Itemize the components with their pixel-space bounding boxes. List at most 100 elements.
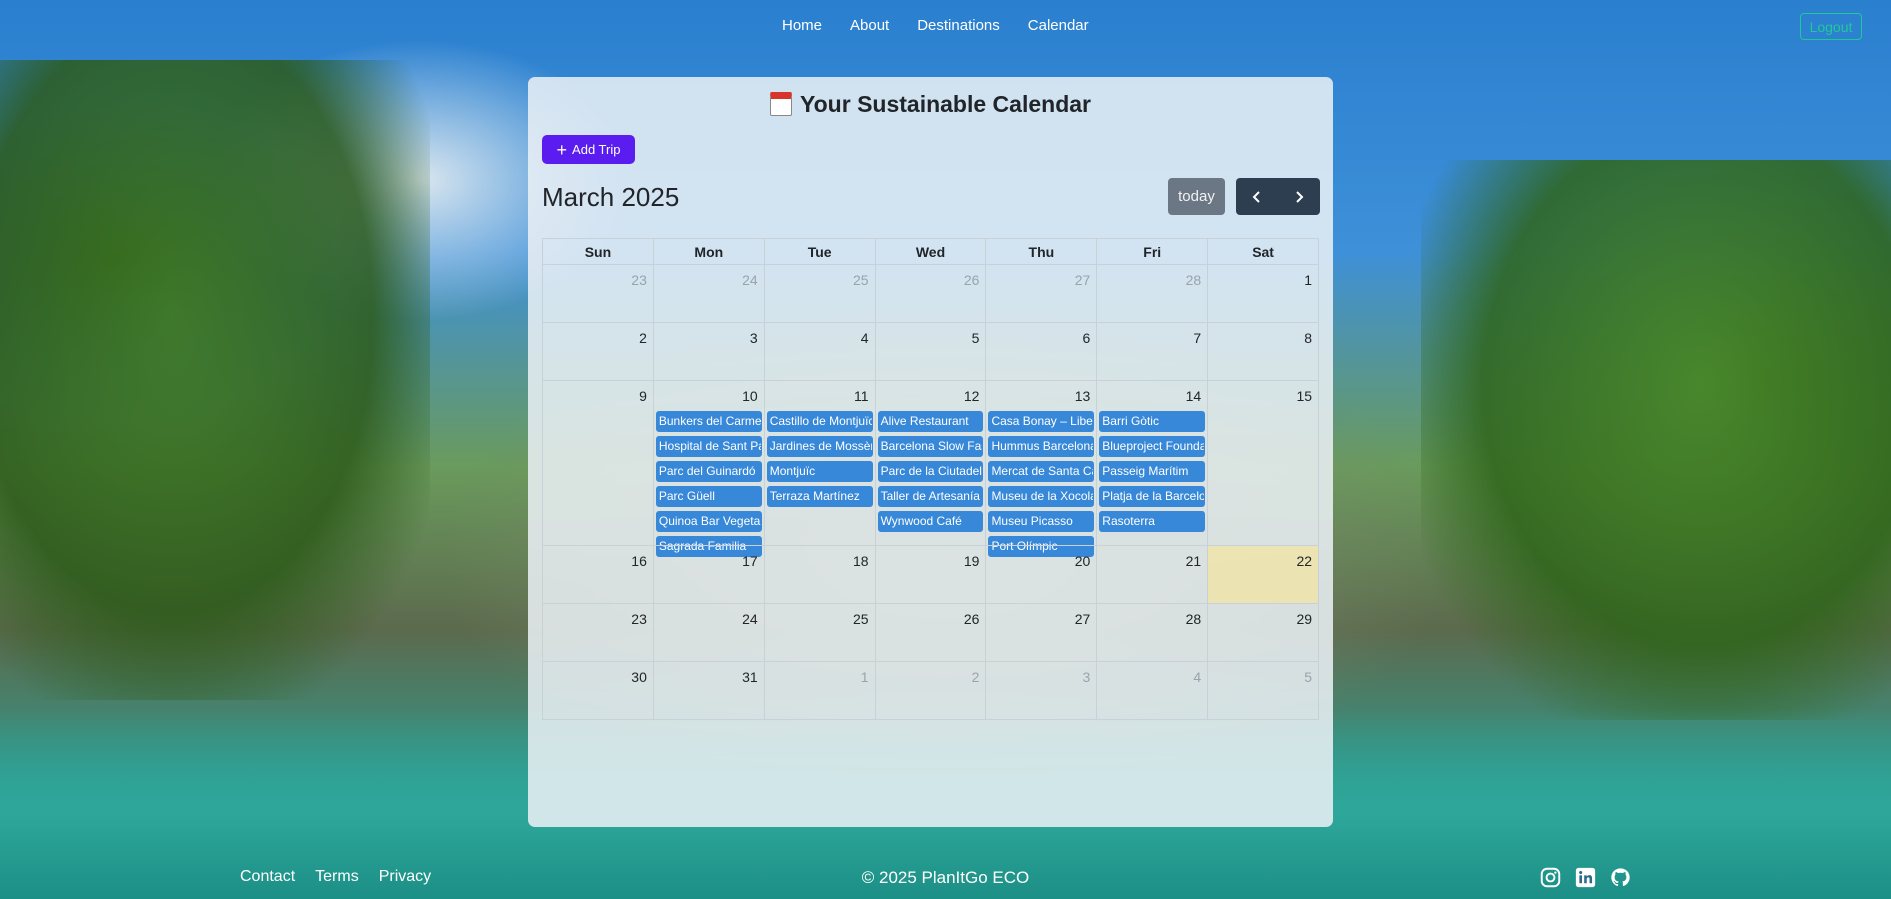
calendar-event[interactable]: Barcelona Slow Fashion	[877, 436, 984, 457]
prev-month-button[interactable]	[1236, 178, 1278, 215]
calendar-day[interactable]: 16	[543, 545, 654, 603]
calendar-day[interactable]: 6	[986, 322, 1098, 380]
calendar-event[interactable]: Hummus Barcelona	[988, 436, 1095, 457]
calendar-day[interactable]: 5	[875, 322, 987, 380]
calendar-day[interactable]: 24	[653, 603, 765, 661]
nav-calendar[interactable]: Calendar	[1028, 17, 1089, 34]
linkedin-icon[interactable]	[1575, 867, 1596, 888]
calendar-day[interactable]: 10 Bunkers del Carmel Hospital de Sant Pau…	[653, 380, 765, 557]
add-trip-button[interactable]: + Add Trip	[542, 135, 635, 164]
day-number: 21	[1185, 553, 1202, 569]
calendar-event[interactable]: Barri Gòtic	[1099, 411, 1206, 432]
calendar-event[interactable]: Taller de Artesanía	[877, 486, 984, 507]
calendar-event[interactable]: Museu Picasso	[988, 511, 1095, 532]
calendar-event[interactable]: Wynwood Café	[877, 511, 984, 532]
calendar-day[interactable]: 1	[764, 661, 876, 719]
calendar-event[interactable]: Castillo de Montjuïc	[766, 411, 873, 432]
calendar-event[interactable]: Quinoa Bar Vegetariano	[655, 511, 762, 532]
day-number: 27	[1074, 611, 1091, 627]
calendar-day[interactable]: 23	[543, 603, 654, 661]
calendar-day[interactable]: 27	[986, 603, 1098, 661]
calendar-day[interactable]: 17	[653, 545, 765, 603]
calendar-day[interactable]: 7	[1097, 322, 1209, 380]
calendar-event[interactable]: Jardines de Mossèn	[766, 436, 873, 457]
calendar-day[interactable]: 20	[986, 545, 1098, 603]
calendar-event[interactable]: Parc de la Ciutadella	[877, 461, 984, 482]
calendar-event[interactable]: Passeig Marítim	[1099, 461, 1206, 482]
calendar-day[interactable]: 21	[1097, 545, 1209, 603]
calendar-day-today[interactable]: 22	[1208, 545, 1320, 603]
calendar-day[interactable]: 24	[653, 264, 765, 322]
calendar-day[interactable]: 30	[543, 661, 654, 719]
month-nav-group	[1236, 178, 1320, 215]
calendar-event[interactable]: Montjuïc	[766, 461, 873, 482]
calendar-day[interactable]: 25	[764, 264, 876, 322]
calendar-day[interactable]: 2	[543, 322, 654, 380]
calendar-event[interactable]: Casa Bonay – Libertine	[988, 411, 1095, 432]
page-title-text: Your Sustainable Calendar	[800, 91, 1091, 117]
day-number: 1	[860, 669, 869, 685]
calendar-event[interactable]: Mercat de Santa Caterina	[988, 461, 1095, 482]
nav-about[interactable]: About	[850, 17, 889, 34]
github-icon[interactable]	[1610, 867, 1631, 888]
calendar-day[interactable]: 2	[875, 661, 987, 719]
add-trip-label: Add Trip	[572, 142, 621, 157]
calendar-day[interactable]: 11 Castillo de Montjuïc Jardines de Mossèn…	[764, 380, 876, 545]
day-number: 7	[1193, 330, 1202, 346]
calendar-event[interactable]: Parc Güell	[655, 486, 762, 507]
calendar-week-row: 9 10 Bunkers del Carmel Hospital de Sant Pa…	[542, 380, 1320, 557]
nav-destinations[interactable]: Destinations	[917, 17, 1000, 34]
calendar-day[interactable]: 3	[653, 322, 765, 380]
calendar-event[interactable]: Platja de la Barceloneta	[1099, 486, 1206, 507]
day-number: 1	[1304, 272, 1313, 288]
day-number: 5	[1304, 669, 1313, 685]
calendar-day[interactable]: 1	[1208, 264, 1320, 322]
calendar-event[interactable]: Hospital de Sant Pau	[655, 436, 762, 457]
calendar-day[interactable]: 26	[875, 264, 987, 322]
day-number: 4	[1193, 669, 1202, 685]
calendar-day[interactable]: 19	[875, 545, 987, 603]
day-number: 24	[742, 611, 758, 627]
calendar-event[interactable]: Alive Restaurant	[877, 411, 984, 432]
calendar-day[interactable]: 4	[1097, 661, 1209, 719]
calendar-day[interactable]: 18	[764, 545, 876, 603]
day-number: 25	[853, 611, 869, 627]
logout-button[interactable]: Logout	[1800, 13, 1862, 40]
calendar-event[interactable]: Blueproject Foundation	[1099, 436, 1206, 457]
calendar-day[interactable]: 23	[543, 264, 654, 322]
next-month-button[interactable]	[1278, 178, 1320, 215]
calendar-day[interactable]: 15	[1208, 380, 1320, 545]
calendar-day[interactable]: 31	[653, 661, 765, 719]
calendar-day[interactable]: 4	[764, 322, 876, 380]
nav-home[interactable]: Home	[782, 17, 822, 34]
calendar-day[interactable]: 9	[543, 380, 654, 545]
calendar-day[interactable]: 12 Alive Restaurant Barcelona Slow Fashion…	[875, 380, 987, 545]
top-navigation: Home About Destinations Calendar Logout	[0, 0, 1891, 54]
calendar-event[interactable]: Bunkers del Carmel	[655, 411, 762, 432]
calendar-day[interactable]: 25	[764, 603, 876, 661]
page-title: Your Sustainable Calendar	[528, 91, 1333, 118]
calendar-event[interactable]: Parc del Guinardó	[655, 461, 762, 482]
social-links	[1540, 867, 1631, 888]
calendar-day[interactable]: 8	[1208, 322, 1320, 380]
day-number: 9	[639, 388, 647, 404]
today-button[interactable]: today	[1168, 178, 1225, 215]
calendar-day[interactable]: 28	[1097, 603, 1209, 661]
day-number: 30	[631, 669, 647, 685]
calendar-day[interactable]: 5	[1208, 661, 1320, 719]
day-number: 5	[971, 330, 980, 346]
calendar-day[interactable]: 27	[986, 264, 1098, 322]
calendar-day[interactable]: 28	[1097, 264, 1209, 322]
calendar-event[interactable]: Museu de la Xocolata	[988, 486, 1095, 507]
day-number: 28	[1185, 611, 1202, 627]
calendar-day[interactable]: 3	[986, 661, 1098, 719]
day-number: 18	[853, 553, 869, 569]
calendar-day[interactable]: 14 Barri Gòtic Blueproject Foundation Passe…	[1097, 380, 1209, 545]
calendar-day[interactable]: 26	[875, 603, 987, 661]
calendar-event[interactable]: Rasoterra	[1099, 511, 1206, 532]
calendar-event[interactable]: Terraza Martínez	[766, 486, 873, 507]
weekday-header-cell: Thu	[986, 239, 1098, 264]
calendar-day[interactable]: 13 Casa Bonay – Libertine Hummus Barcelona…	[986, 380, 1098, 557]
instagram-icon[interactable]	[1540, 867, 1561, 888]
calendar-day[interactable]: 29	[1208, 603, 1320, 661]
